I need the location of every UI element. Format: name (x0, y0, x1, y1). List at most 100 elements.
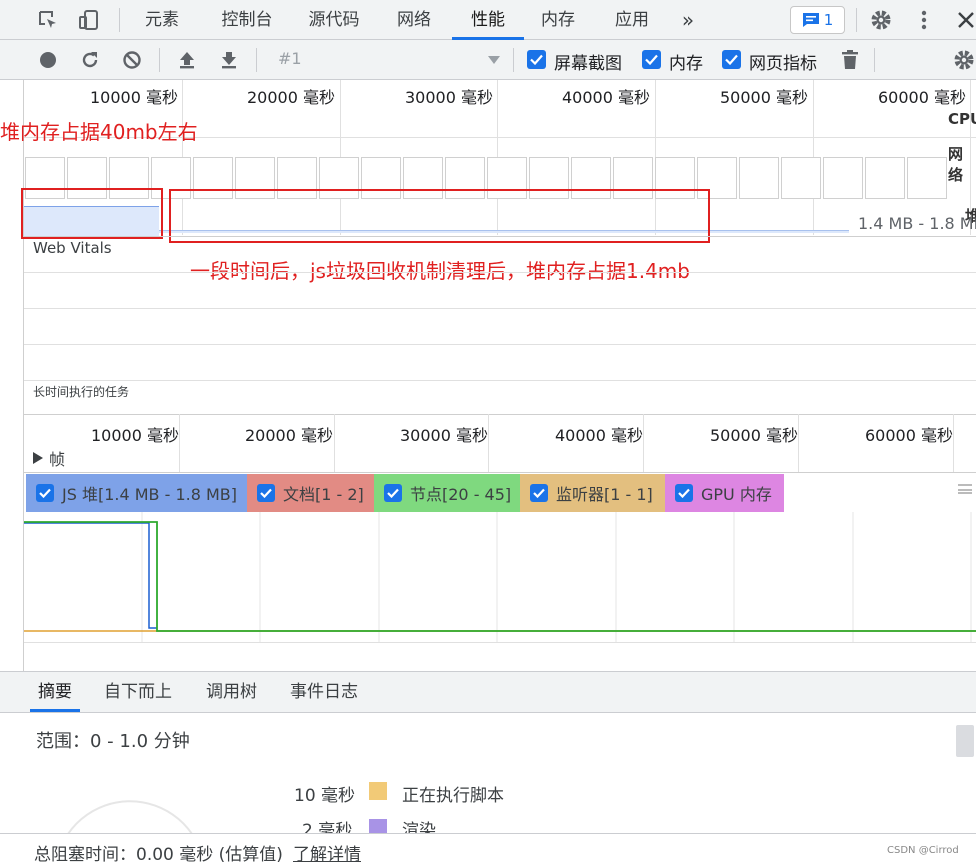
listeners-counter[interactable]: 监听器[1 - 1] (520, 474, 665, 512)
grid-line (24, 380, 976, 381)
inspect-element-icon[interactable] (36, 8, 60, 32)
network-label: 网络 (948, 145, 964, 184)
watermark: CSDN @Cirrod (887, 845, 959, 856)
divider (119, 8, 120, 32)
recording-select[interactable]: #1 (262, 49, 502, 71)
grid-line (24, 272, 976, 273)
nodes-counter[interactable]: 节点[20 - 45] (374, 474, 520, 512)
tab-sources[interactable]: 源代码 (296, 0, 372, 40)
device-toolbar-icon[interactable] (77, 8, 101, 32)
overview-tick: 30000 毫秒 (405, 88, 493, 107)
screenshot-thumbnail[interactable] (823, 157, 863, 199)
scripting-label: 正在执行脚本 (402, 786, 504, 806)
gpu-memory-counter-label: GPU 内存 (701, 485, 772, 504)
grid-line (24, 308, 976, 309)
performance-toolbar: #1 屏幕截图 内存 网页指标 (0, 40, 976, 80)
main-tick: 30000 毫秒 (400, 426, 488, 445)
grid-line (488, 414, 489, 472)
more-options-icon[interactable] (912, 8, 936, 32)
grid-line (643, 414, 644, 472)
message-icon (802, 13, 819, 27)
grid-line (798, 414, 799, 472)
gpu-memory-counter[interactable]: GPU 内存 (665, 474, 784, 512)
documents-checkbox[interactable] (257, 484, 275, 502)
triangle-right-icon (33, 452, 43, 464)
rendering-time: 2 毫秒 (302, 821, 353, 833)
main-tick: 50000 毫秒 (710, 426, 798, 445)
tab-network[interactable]: 网络 (382, 0, 446, 40)
upload-icon[interactable] (175, 48, 199, 72)
issues-button[interactable]: 1 (790, 6, 845, 34)
divider (24, 414, 976, 415)
memory-label: 内存 (669, 54, 703, 74)
main-tick: 10000 毫秒 (91, 426, 179, 445)
listeners-checkbox[interactable] (530, 484, 548, 502)
screenshots-label: 屏幕截图 (554, 54, 622, 74)
divider (24, 236, 976, 237)
annotation-box-before (21, 188, 163, 239)
reload-icon[interactable] (78, 48, 102, 72)
capture-settings-gear-icon[interactable] (952, 48, 976, 72)
more-tabs-button[interactable]: » (674, 0, 702, 40)
overview-tick: 20000 毫秒 (247, 88, 335, 107)
grid-line (953, 414, 954, 472)
record-icon[interactable] (36, 48, 60, 72)
divider (513, 48, 514, 72)
screenshots-checkbox[interactable] (527, 50, 546, 69)
documents-counter[interactable]: 文档[1 - 2] (247, 474, 374, 512)
tab-performance[interactable]: 性能 (452, 0, 524, 40)
learn-more-link[interactable]: 了解详情 (293, 840, 361, 864)
garbage-collect-icon[interactable] (838, 48, 862, 72)
tab-bottom-up[interactable]: 自下而上 (104, 672, 172, 712)
frames-track-label: 帧 (49, 450, 66, 469)
web-vitals-label: 网页指标 (749, 54, 817, 74)
screenshot-thumbnail[interactable] (907, 157, 947, 199)
counter-graph[interactable] (24, 512, 976, 642)
screenshot-thumbnail[interactable] (865, 157, 905, 199)
close-icon[interactable] (954, 8, 976, 32)
main-tick: 20000 毫秒 (245, 426, 333, 445)
grid-line (24, 344, 976, 345)
web-vitals-checkbox[interactable] (722, 50, 741, 69)
screenshot-thumbnail[interactable] (781, 157, 821, 199)
tab-memory[interactable]: 内存 (528, 0, 588, 40)
gpu-memory-checkbox[interactable] (675, 484, 693, 502)
tab-application[interactable]: 应用 (602, 0, 662, 40)
tab-console[interactable]: 控制台 (206, 0, 288, 40)
scripting-swatch (369, 782, 387, 800)
js-heap-counter[interactable]: JS 堆[1.4 MB - 1.8 MB] (26, 474, 247, 512)
overview-tick: 40000 毫秒 (562, 88, 650, 107)
js-heap-checkbox[interactable] (36, 484, 54, 502)
grid-line (179, 414, 180, 472)
scrollbar-thumb[interactable] (956, 725, 974, 757)
clear-icon[interactable] (120, 48, 144, 72)
range-label: 范围：0 - 1.0 分钟 (36, 731, 190, 752)
memory-checkbox[interactable] (642, 50, 661, 69)
main-tick: 60000 毫秒 (865, 426, 953, 445)
divider (24, 472, 976, 473)
heap-range-label: 1.4 MB - 1.8 MB (858, 214, 976, 233)
legend-row-clipped: 2 毫秒 渲染 (0, 819, 976, 833)
frames-track-toggle[interactable]: 帧 (33, 446, 65, 470)
js-heap-counter-label: JS 堆[1.4 MB - 1.8 MB] (62, 485, 238, 504)
overview-tick: 50000 毫秒 (720, 88, 808, 107)
screenshot-thumbnail[interactable] (739, 157, 779, 199)
tab-event-log[interactable]: 事件日志 (290, 672, 358, 712)
nodes-counter-label: 节点[20 - 45] (410, 485, 512, 504)
long-tasks-track-label: 长时间执行的任务 (33, 385, 130, 399)
resize-handle-icon-bar (958, 489, 972, 491)
tab-summary[interactable]: 摘要 (30, 672, 80, 712)
overview-tick: 60000 毫秒 (878, 88, 966, 107)
divider (24, 642, 976, 643)
tab-call-tree[interactable]: 调用树 (206, 672, 257, 712)
scripting-time: 10 毫秒 (294, 786, 356, 806)
tab-elements[interactable]: 元素 (134, 0, 190, 40)
cpu-label: CPU (948, 110, 976, 128)
annotation-heap-after: 一段时间后，js垃圾回收机制清理后，堆内存占据1.4mb (190, 259, 690, 283)
grid-line (334, 414, 335, 472)
settings-gear-icon[interactable] (869, 8, 893, 32)
download-icon[interactable] (217, 48, 241, 72)
rendering-label: 渲染 (402, 821, 436, 833)
documents-counter-label: 文档[1 - 2] (283, 485, 364, 504)
nodes-checkbox[interactable] (384, 484, 402, 502)
